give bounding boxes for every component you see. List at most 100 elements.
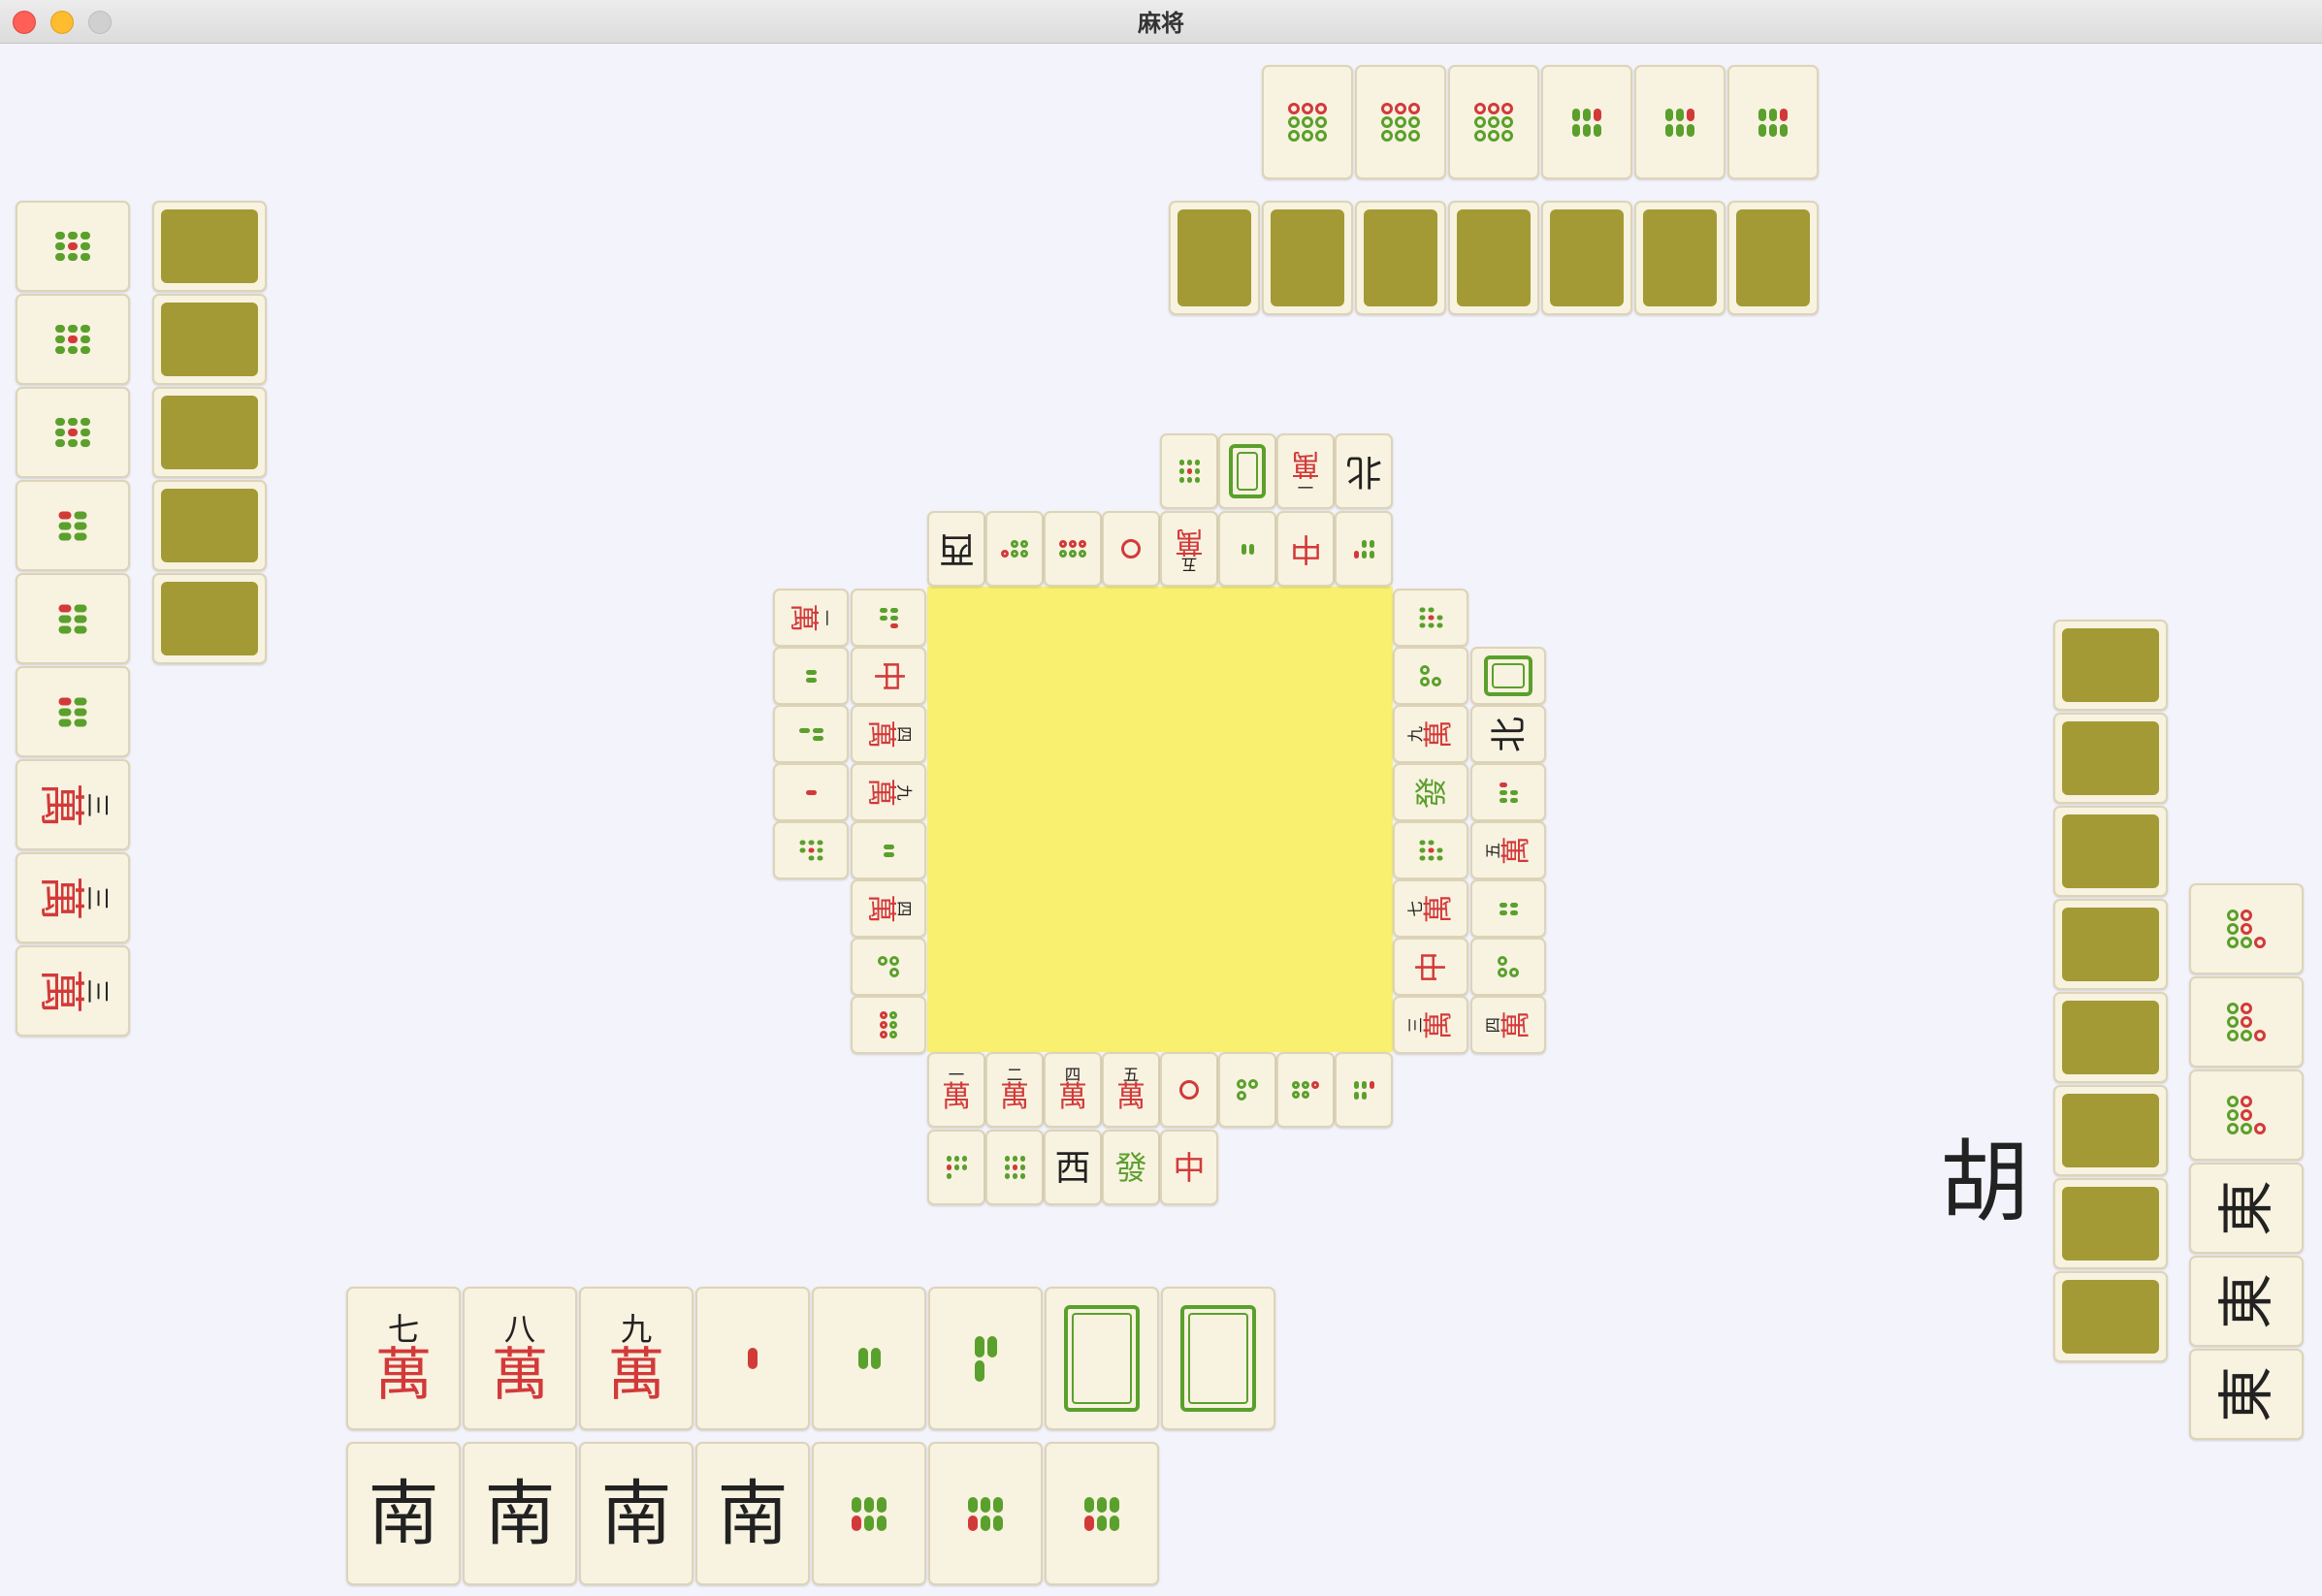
wind-tile-face: 東: [2212, 1272, 2279, 1330]
tile-suit: 萬: [863, 778, 898, 807]
bamboo-tile-face: [968, 1496, 1003, 1531]
tile-suit: 萬: [863, 719, 898, 749]
character-tile-face: 三萬: [34, 876, 112, 921]
tile-suit: 萬: [1058, 1080, 1087, 1115]
circle-tile-face: [1121, 539, 1141, 559]
title-bar: 麻将: [0, 0, 2322, 44]
discard-tile: [1218, 511, 1276, 587]
discard-tile: 四萬: [1470, 996, 1546, 1054]
bamboo-tile-face: [55, 418, 90, 447]
discard-tile: 九萬: [1393, 705, 1468, 763]
wind-tile-face: 南: [368, 1472, 439, 1555]
character-tile-face: 三萬: [34, 782, 112, 828]
right-player-meld-tile: 東: [2189, 1256, 2304, 1347]
tile-suit: 萬: [374, 1340, 433, 1408]
discard-tile: 二萬: [985, 1052, 1044, 1128]
discard-tile: 西: [1044, 1130, 1102, 1205]
discard-tile: [1276, 1052, 1335, 1128]
left-player-hidden-tile: [152, 387, 267, 478]
bamboo-tile-face: [58, 604, 87, 633]
discard-tile: [1393, 821, 1468, 879]
left-player-meld-tile: 三萬: [16, 852, 130, 943]
left-player-meld-tile: [16, 294, 130, 385]
player-hand-tile[interactable]: 九萬: [579, 1287, 693, 1430]
tile-suit: 萬: [863, 894, 898, 923]
bamboo-tile-face: [1499, 902, 1518, 915]
right-player-hidden-tile: [2053, 713, 2168, 804]
white-dragon-frame-icon: [1064, 1305, 1140, 1412]
tile-suit: 萬: [1421, 894, 1456, 923]
wind-tile-face: 西: [1054, 1146, 1091, 1189]
player-hand-tile[interactable]: [1045, 1287, 1159, 1430]
bamboo-tile-face: [946, 1156, 967, 1179]
character-tile-face: 二萬: [1000, 1067, 1029, 1113]
tile-suit: 萬: [491, 1340, 549, 1408]
player-hand-tile[interactable]: 七萬: [346, 1287, 461, 1430]
bamboo-tile-face: [1084, 1496, 1119, 1531]
tile-suit: 萬: [1175, 524, 1204, 559]
left-player-meld-tile: [16, 201, 130, 292]
character-tile-face: 九萬: [607, 1314, 665, 1408]
player-hand-tile[interactable]: 八萬: [463, 1287, 577, 1430]
bamboo-tile-face: [1665, 108, 1694, 137]
bamboo-tile-face: [1499, 782, 1518, 803]
wind-tile-face: 北: [1345, 450, 1382, 493]
dragon-tile-face: 中: [869, 659, 908, 692]
player-hand-tile[interactable]: [812, 1287, 926, 1430]
circle-tile-face: [1288, 103, 1327, 142]
right-player-meld-tile: 東: [2189, 1349, 2304, 1440]
tile-suit: 萬: [942, 1080, 971, 1115]
tile-suit: 萬: [1421, 1010, 1456, 1039]
tile-suit: 萬: [1291, 446, 1320, 481]
tile-suit: 萬: [607, 1340, 665, 1408]
top-player-hidden-tile: [1541, 201, 1632, 315]
dragon-tile-face: 發: [1114, 1148, 1147, 1187]
hu-indicator: 胡: [1940, 1131, 2030, 1234]
circle-tile-face: [1381, 103, 1420, 142]
left-player-meld-tile: 三萬: [16, 759, 130, 850]
right-player-meld-tile: [2189, 976, 2304, 1068]
right-player-hidden-tile: [2053, 1178, 2168, 1269]
character-tile-face: 一萬: [787, 603, 836, 632]
discard-tile: 中: [1393, 938, 1468, 996]
discard-tile: [773, 647, 849, 705]
left-player-hidden-tile: [152, 294, 267, 385]
circle-tile-face: [1498, 956, 1519, 977]
discard-tile: 發: [1102, 1130, 1160, 1205]
discard-tile: 五萬: [1470, 821, 1546, 879]
bamboo-tile-face: [857, 1348, 881, 1369]
bamboo-tile-face: [805, 669, 817, 683]
discard-tile: [851, 938, 926, 996]
top-player-hidden-tile: [1727, 201, 1819, 315]
discard-tile: 五萬: [1160, 511, 1218, 587]
discard-tile: 一萬: [773, 589, 849, 647]
character-tile-face: 四萬: [863, 719, 914, 749]
bamboo-tile-face: [1353, 539, 1374, 559]
discard-tile: 五萬: [1102, 1052, 1160, 1128]
character-tile-face: 七萬: [374, 1314, 433, 1408]
character-tile-face: 四萬: [863, 894, 914, 923]
discard-tile: 三萬: [1393, 996, 1468, 1054]
tile-suit: 萬: [1116, 1080, 1145, 1115]
discard-tile: [985, 511, 1044, 587]
dragon-tile-face: 中: [1289, 529, 1322, 568]
bamboo-tile-face: [1419, 840, 1442, 861]
right-player-meld-tile: [2189, 883, 2304, 974]
top-player-meld-tile: [1634, 65, 1725, 179]
character-tile-face: 三萬: [1406, 1010, 1456, 1039]
player-hand-tile[interactable]: [928, 1287, 1043, 1430]
white-dragon-frame-icon: [1180, 1305, 1256, 1412]
bamboo-tile-face: [1758, 108, 1788, 137]
discard-tile: [773, 821, 849, 879]
bamboo-tile-face: [1004, 1156, 1025, 1179]
bamboo-tile-face: [798, 727, 823, 741]
top-player-hidden-tile: [1262, 201, 1353, 315]
player-hand-tile[interactable]: [1161, 1287, 1275, 1430]
tile-suit: 萬: [1499, 1010, 1533, 1039]
tile-suit: 萬: [1499, 836, 1533, 865]
player-hand-tile[interactable]: [695, 1287, 810, 1430]
character-tile-face: 九萬: [1406, 719, 1456, 749]
character-tile-face: 五萬: [1484, 836, 1533, 865]
player-meld-tile: [1045, 1442, 1159, 1585]
wind-tile-face: 東: [2212, 1179, 2279, 1237]
